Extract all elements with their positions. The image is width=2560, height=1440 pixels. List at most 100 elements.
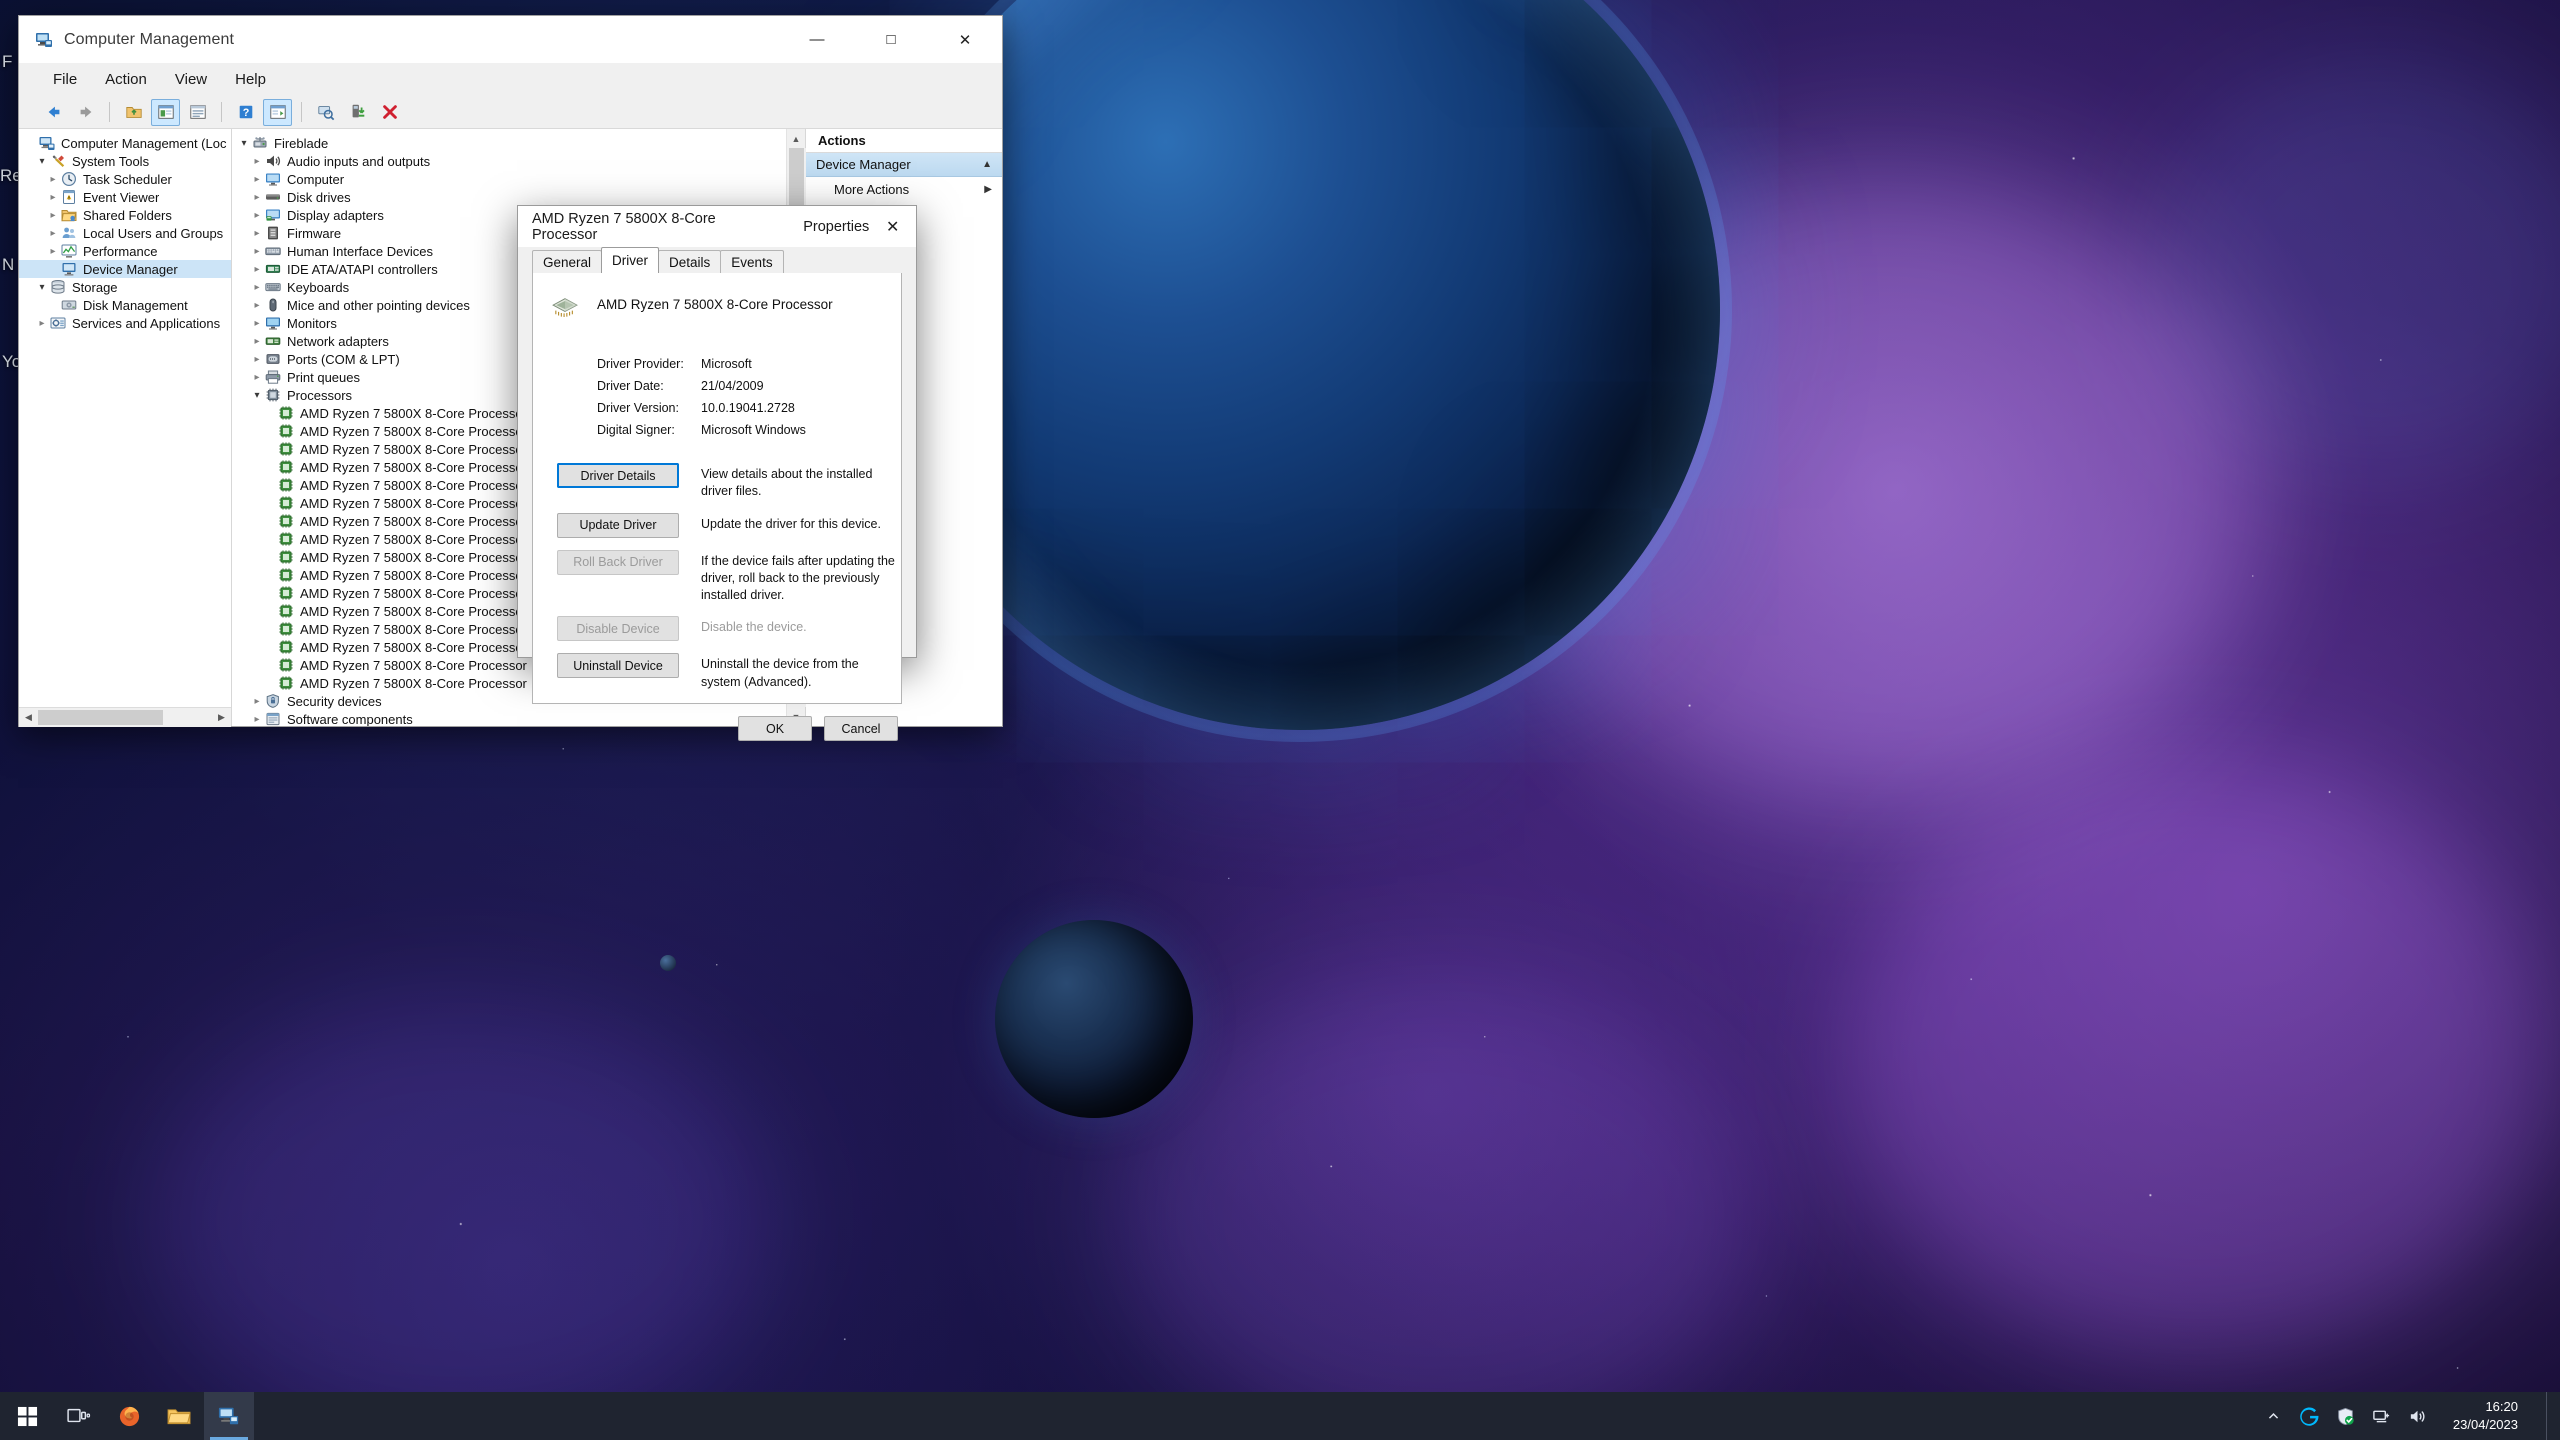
tree-item-task-scheduler[interactable]: ▸ Task Scheduler (19, 170, 231, 188)
uninstall-device-button[interactable]: Uninstall Device (557, 653, 679, 679)
device-tree-root[interactable]: ▾ Fireblade (232, 134, 786, 152)
chevron-right-icon[interactable]: ▸ (249, 297, 265, 313)
chevron-right-icon[interactable]: ▸ (45, 189, 61, 205)
chevron-right-icon[interactable]: ▸ (249, 225, 265, 241)
close-button[interactable]: ✕ (928, 16, 1002, 63)
clock[interactable]: 16:20 23/04/2023 (2443, 1392, 2532, 1440)
chevron-right-icon[interactable]: ▸ (249, 261, 265, 277)
menu-file[interactable]: File (41, 67, 89, 92)
windows-security-icon[interactable] (2335, 1405, 2357, 1427)
network-icon[interactable] (2371, 1405, 2393, 1427)
scroll-right-icon[interactable]: ▶ (212, 707, 231, 727)
dialog-titlebar[interactable]: AMD Ryzen 7 5800X 8-Core Processor Prope… (518, 206, 916, 247)
chevron-down-icon[interactable]: ▾ (34, 279, 50, 295)
tree-item-disk-management[interactable]: Disk Management (19, 296, 231, 314)
tree-item-event-viewer[interactable]: ▸ Event Viewer (19, 188, 231, 206)
chevron-right-icon[interactable]: ▸ (249, 243, 265, 259)
tree-item-device-manager[interactable]: Device Manager (19, 260, 231, 278)
tree-item-performance[interactable]: ▸ Performance (19, 242, 231, 260)
maximize-button[interactable]: □ (854, 16, 928, 63)
computer-management-taskbar-icon[interactable] (204, 1392, 254, 1440)
tree-item-system-tools[interactable]: ▾ System Tools (19, 152, 231, 170)
planet-small (995, 920, 1193, 1118)
chevron-right-icon[interactable]: ▸ (249, 189, 265, 205)
menu-action[interactable]: Action (93, 67, 159, 92)
actions-row-more-actions[interactable]: More Actions ▶ (806, 177, 1002, 201)
file-explorer-icon[interactable] (154, 1392, 204, 1440)
update-driver-icon[interactable] (343, 99, 372, 126)
scan-hardware-icon[interactable] (311, 99, 340, 126)
device-tree-item-label: Fireblade (274, 135, 329, 151)
disable-device-button: Disable Device (557, 616, 679, 642)
tree-item-storage[interactable]: ▾ Storage (19, 278, 231, 296)
chevron-right-icon[interactable]: ▸ (249, 711, 265, 726)
taskview-icon[interactable] (54, 1392, 104, 1440)
back-icon[interactable] (39, 99, 68, 126)
start-icon[interactable] (0, 1392, 54, 1440)
tab-events[interactable]: Events (720, 250, 784, 273)
show-desktop-button[interactable] (2546, 1392, 2554, 1440)
device-category[interactable]: ▸ Computer (232, 170, 786, 188)
chevron-right-icon[interactable]: ▸ (249, 333, 265, 349)
device-tree-item-label: Print queues (287, 369, 360, 385)
hscroll-thumb[interactable] (38, 709, 164, 725)
window-titlebar[interactable]: Computer Management — □ ✕ (19, 16, 1002, 63)
device-category[interactable]: ▸ Audio inputs and outputs (232, 152, 786, 170)
chevron-right-icon[interactable]: ▸ (249, 369, 265, 385)
show-hidden-icons-icon[interactable] (2263, 1405, 2285, 1427)
cancel-button[interactable]: Cancel (824, 716, 898, 742)
driver-details-button[interactable]: Driver Details (557, 463, 679, 488)
device-tree-item-label: Ports (COM & LPT) (287, 351, 400, 367)
tab-general[interactable]: General (532, 250, 603, 273)
show-hide-console-tree-icon[interactable] (151, 98, 180, 126)
scroll-left-icon[interactable]: ◀ (19, 707, 38, 727)
ok-button[interactable]: OK (738, 716, 812, 742)
uninstall-device-icon[interactable] (375, 99, 404, 126)
tree-item-local-users-and-groups[interactable]: ▸ Local Users and Groups (19, 224, 231, 242)
help-icon[interactable]: ? (231, 99, 260, 126)
chevron-down-icon[interactable]: ▾ (236, 135, 252, 151)
hscroll-track[interactable] (38, 707, 212, 727)
chevron-right-icon[interactable]: ▸ (249, 279, 265, 295)
driver-info-key: Driver Provider: (597, 357, 684, 371)
up-folder-icon[interactable] (119, 99, 148, 126)
minimize-button[interactable]: — (780, 16, 854, 63)
tab-driver[interactable]: Driver (601, 247, 660, 273)
tree-item-services-and-applications[interactable]: ▸ Services and Applications (19, 314, 231, 332)
logitech-g-icon[interactable] (2299, 1405, 2321, 1427)
chevron-right-icon[interactable]: ▸ (249, 207, 265, 223)
update-driver-button[interactable]: Update Driver (557, 512, 679, 538)
tree-item-shared-folders[interactable]: ▸ Shared Folders (19, 206, 231, 224)
dialog-close-icon[interactable]: ✕ (869, 206, 916, 247)
menu-view[interactable]: View (163, 67, 219, 92)
chevron-right-icon[interactable]: ▸ (249, 315, 265, 331)
chevron-right-icon[interactable]: ▸ (249, 351, 265, 367)
chevron-up-icon[interactable]: ▲ (982, 159, 992, 170)
tab-details[interactable]: Details (658, 250, 722, 273)
volume-icon[interactable] (2407, 1405, 2429, 1427)
tree-item-computer-management-local[interactable]: Computer Management (Local (19, 134, 231, 152)
toolbar-separator (221, 102, 222, 122)
firefox-icon[interactable] (104, 1392, 154, 1440)
chevron-right-icon[interactable]: ▸ (249, 153, 265, 169)
chevron-down-icon[interactable]: ▾ (249, 387, 265, 403)
console-tree-hscrollbar[interactable]: ◀ ▶ (19, 707, 231, 727)
planet-tiny (660, 955, 676, 971)
chevron-right-icon[interactable]: ▸ (45, 243, 61, 259)
chevron-down-icon[interactable]: ▾ (34, 153, 50, 169)
chevron-right-icon[interactable]: ▸ (45, 171, 61, 187)
dialog-title-device: AMD Ryzen 7 5800X 8-Core Processor (532, 210, 716, 243)
forward-icon[interactable] (71, 99, 100, 126)
show-hide-action-pane-icon[interactable] (263, 98, 292, 126)
menu-help[interactable]: Help (223, 67, 278, 92)
device-category[interactable]: ▸ Disk drives (232, 188, 786, 206)
properties-icon[interactable] (183, 99, 212, 126)
chevron-right-icon[interactable]: ▸ (34, 315, 50, 331)
console-tree[interactable]: Computer Management (Local ▾ System Tools ▸… (19, 129, 231, 707)
scroll-up-icon[interactable]: ▲ (787, 129, 806, 148)
chevron-right-icon[interactable]: ▸ (45, 207, 61, 223)
actions-section-device-manager[interactable]: Device Manager ▲ (806, 153, 1002, 177)
chevron-right-icon[interactable]: ▸ (45, 225, 61, 241)
chevron-right-icon[interactable]: ▸ (249, 171, 265, 187)
chevron-right-icon[interactable]: ▸ (249, 693, 265, 709)
